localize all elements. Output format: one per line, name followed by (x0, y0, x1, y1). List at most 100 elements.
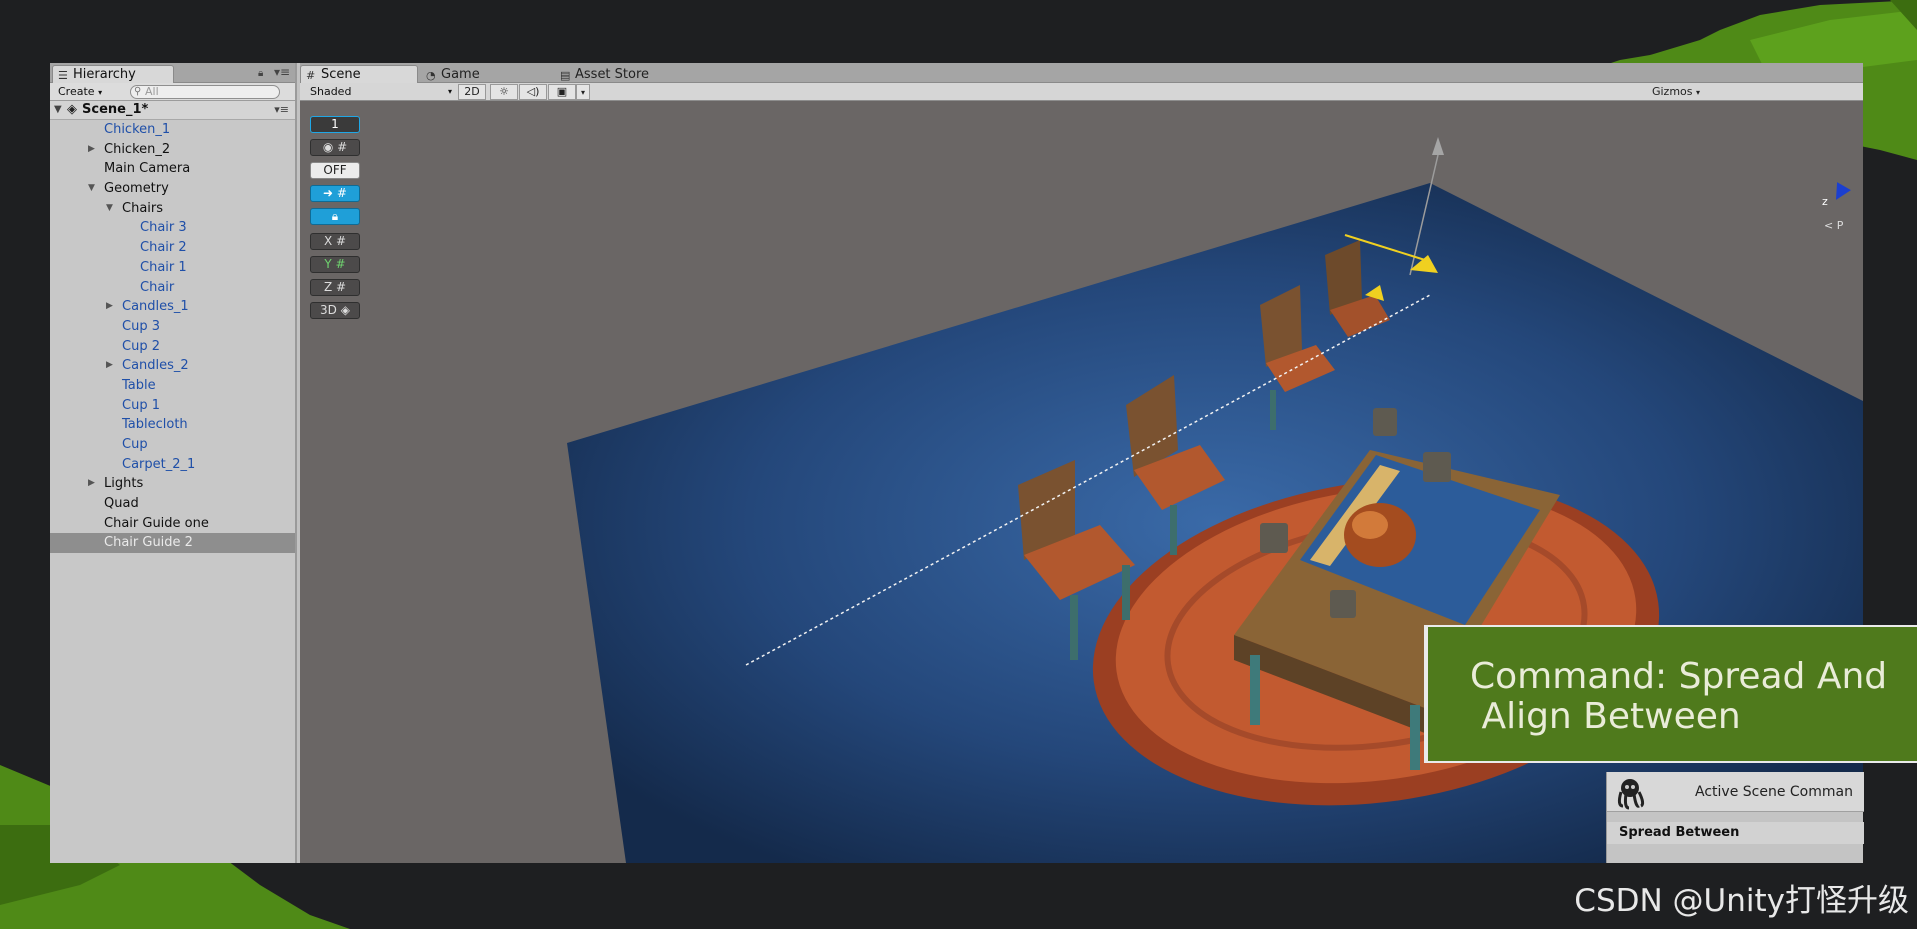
toggle-2d-label: 2D (464, 85, 480, 98)
y-axis-label: Y (324, 257, 332, 271)
hierarchy-tree: Chicken_1 ▶ Chicken_2 Main Camera ▼ Geometry ▼… (50, 120, 295, 554)
scene-menu-icon[interactable]: ▾≡ (274, 101, 289, 119)
chevron-down-icon: ▾ (1696, 88, 1701, 97)
hierarchy-search-input[interactable]: ⚲ All (130, 85, 280, 99)
hierarchy-item[interactable]: Chair 2 (50, 238, 295, 258)
tab-scene-label: Scene (321, 67, 361, 82)
expand-right-icon[interactable]: ▶ (106, 356, 113, 376)
tab-scene[interactable]: # Scene (300, 65, 418, 83)
move-grid-button[interactable]: ➜ # (310, 185, 360, 202)
z-axis-grid-button[interactable]: Z # (310, 279, 360, 296)
expand-right-icon[interactable]: ▶ (88, 140, 95, 160)
active-scene-commands-title: Active Scene Comman (1695, 784, 1853, 800)
hierarchy-item[interactable]: Quad (50, 494, 295, 514)
list-icon: ☰ (58, 69, 68, 82)
hierarchy-item[interactable]: Cup (50, 435, 295, 455)
eye-icon: ◉ # (322, 140, 348, 154)
expand-right-icon[interactable]: ▶ (106, 297, 113, 317)
search-placeholder: All (145, 85, 159, 98)
snap-counter[interactable]: 1 (310, 116, 360, 133)
hierarchy-item-label: Chair 2 (140, 240, 187, 256)
hierarchy-item[interactable]: Carpet_2_1 (50, 455, 295, 475)
off-toggle[interactable]: OFF (310, 162, 360, 179)
hierarchy-item[interactable]: Table (50, 376, 295, 396)
hierarchy-item-label: Chair Guide 2 (104, 535, 193, 551)
hierarchy-item[interactable]: Cup 3 (50, 317, 295, 337)
hierarchy-item-label: Cup 1 (122, 397, 160, 413)
expand-down-icon[interactable]: ▼ (54, 101, 62, 119)
hierarchy-item[interactable]: Cup 1 (50, 396, 295, 416)
hierarchy-item[interactable]: ▶ Candles_1 (50, 297, 295, 317)
grid-icon: # (332, 280, 347, 294)
panel-menu-icon[interactable]: ▾≡ (274, 65, 290, 79)
spread-between-label: Spread Between (1619, 825, 1740, 840)
scene-tabbar: # Scene ◔ Game ▤ Asset Store (300, 63, 1863, 83)
hierarchy-item-label: Chicken_2 (104, 141, 171, 157)
hierarchy-item-label: Cup 3 (122, 318, 160, 334)
shading-mode-select[interactable]: Shaded ▾ (304, 84, 454, 100)
hierarchy-item[interactable]: Cup 2 (50, 337, 295, 357)
hierarchy-toolbar: Create ▾ ⚲ All (50, 83, 295, 101)
z-axis-label: z (1822, 195, 1828, 208)
spread-between-command[interactable]: Spread Between (1607, 822, 1864, 844)
visibility-grid-button[interactable]: ◉ # (310, 139, 360, 156)
hierarchy-item[interactable]: Chair Guide 2 (50, 533, 295, 554)
hierarchy-item-label: Cup 2 (122, 338, 160, 354)
persp-label[interactable]: < P (1824, 219, 1843, 232)
lock-icon[interactable]: 🔒︎ (258, 68, 263, 79)
grid-icon: # (332, 234, 347, 248)
hierarchy-item[interactable]: ▼ Chairs (50, 199, 295, 219)
tab-hierarchy[interactable]: ☰ Hierarchy (52, 65, 174, 83)
scene-toolbar: Shaded ▾ 2D ☼ ◁) ▣ ▾ Gizmos ▾ (300, 83, 1863, 101)
hierarchy-item[interactable]: Chair 1 (50, 258, 295, 278)
scene-audio-button[interactable]: ◁) (519, 84, 547, 100)
y-axis-grid-button[interactable]: Y # (310, 256, 360, 273)
x-axis-label: X (323, 234, 333, 248)
image-icon: ▣ (556, 85, 568, 98)
hierarchy-item[interactable]: ▶ Candles_2 (50, 356, 295, 376)
tab-hierarchy-label: Hierarchy (73, 67, 136, 82)
chicken[interactable] (1344, 503, 1416, 567)
hierarchy-item-label: Carpet_2_1 (122, 456, 196, 472)
hierarchy-item-label: Chair 3 (140, 220, 187, 236)
caption-line-1: Command: Spread And (1470, 656, 1888, 697)
active-scene-commands-header: Active Scene Comman (1607, 772, 1864, 812)
tab-game[interactable]: ◔ Game (420, 65, 520, 83)
expand-down-icon[interactable]: ▼ (88, 179, 95, 199)
scene-lighting-button[interactable]: ☼ (490, 84, 518, 100)
tab-asset-store-label: Asset Store (575, 67, 650, 82)
hierarchy-item[interactable]: ▶ Lights (50, 474, 295, 494)
shop-icon: ▤ (560, 69, 571, 82)
3d-toggle[interactable]: 3D ◈ (310, 302, 360, 319)
expand-down-icon[interactable]: ▼ (106, 199, 113, 219)
expand-right-icon[interactable]: ▶ (88, 474, 95, 494)
chevron-down-icon: ▾ (447, 87, 452, 96)
x-axis-grid-button[interactable]: X # (310, 233, 360, 250)
scene-root-row[interactable]: ▼ ◈ Scene_1* ▾≡ (50, 101, 295, 120)
hierarchy-panel: ☰ Hierarchy 🔒︎ ▾≡ Create ▾ ⚲ All ▼ ◈ Sce… (50, 63, 297, 863)
arrow-right-icon: ➜ # (323, 186, 347, 200)
3d-toggle-label: 3D (320, 303, 337, 317)
z-axis-cone[interactable] (1829, 182, 1851, 204)
hierarchy-item[interactable]: Chair 3 (50, 218, 295, 238)
hierarchy-item[interactable]: ▼ Geometry (50, 179, 295, 199)
gizmos-label: Gizmos (1651, 85, 1693, 98)
gizmos-dropdown[interactable]: Gizmos ▾ (1646, 84, 1706, 100)
create-button[interactable]: Create ▾ (54, 85, 106, 99)
hierarchy-item[interactable]: Main Camera (50, 159, 295, 179)
hierarchy-item[interactable]: ▶ Chicken_2 (50, 140, 295, 160)
scene-effects-button[interactable]: ▣ (548, 84, 576, 100)
axis-gizmo[interactable]: z < P (1820, 165, 1860, 245)
toggle-2d-button[interactable]: 2D (458, 84, 486, 100)
lock-toggle[interactable]: 🔒︎ (310, 208, 360, 225)
effects-dropdown[interactable]: ▾ (576, 84, 590, 100)
tab-asset-store[interactable]: ▤ Asset Store (554, 65, 674, 83)
search-icon: ⚲ (134, 86, 142, 97)
hierarchy-item[interactable]: Chair (50, 278, 295, 298)
hierarchy-item[interactable]: Tablecloth (50, 415, 295, 435)
hierarchy-item[interactable]: Chair Guide one (50, 514, 295, 534)
grid-icon: # (331, 257, 346, 271)
hierarchy-item-label: Cup (122, 437, 148, 452)
hierarchy-item-label: Chicken_1 (104, 122, 171, 137)
hierarchy-item[interactable]: Chicken_1 (50, 120, 295, 140)
